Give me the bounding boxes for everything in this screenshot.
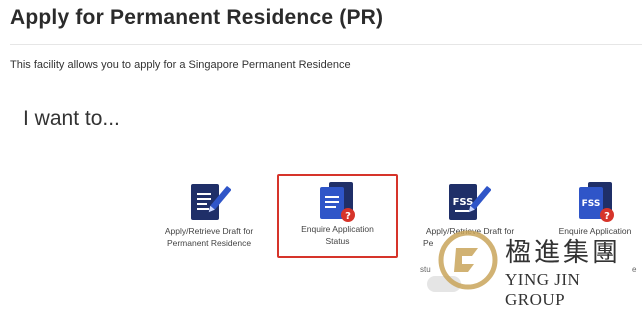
ying-jin-logo-icon [438, 230, 498, 290]
partial-text-st: stu [420, 265, 431, 274]
fss-document-question-icon: FSS ? [579, 182, 614, 222]
svg-text:FSS: FSS [582, 199, 601, 209]
fss-document-pen-icon: FSS [449, 184, 491, 220]
apply-pr-label-2: Permanent Residence [166, 238, 252, 248]
document-pen-icon [191, 184, 231, 220]
page-description: This facility allows you to apply for a … [10, 59, 351, 71]
selection-highlight [277, 174, 398, 258]
svg-text:?: ? [604, 211, 610, 222]
title-divider [10, 44, 642, 45]
page-title: Apply for Permanent Residence (PR) [10, 6, 384, 29]
watermark-english: YING JIN GROUP [505, 270, 581, 309]
section-heading: I want to... [23, 107, 120, 130]
apply-pr-label-1: Apply/Retrieve Draft for [164, 226, 254, 236]
apply-pr-card[interactable]: Apply/Retrieve Draft for Permanent Resid… [150, 178, 268, 258]
watermark-chinese: 楹進集團 [505, 238, 622, 268]
